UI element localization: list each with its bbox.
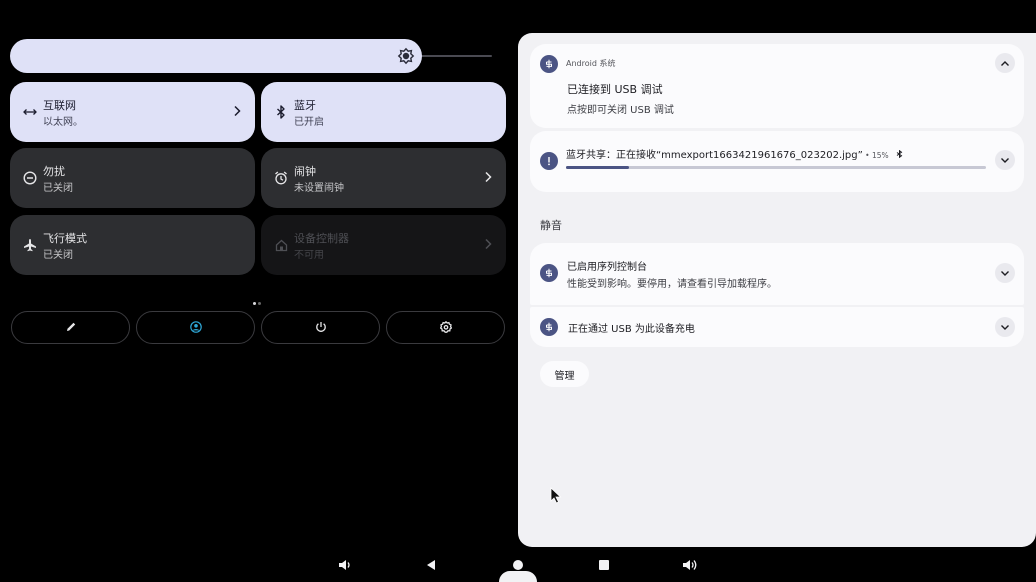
volume-down-icon[interactable] <box>336 556 354 574</box>
notification-bluetooth-share[interactable]: 蓝牙共享：正在接收“mmexport1663421961676_023202.j… <box>530 131 1024 192</box>
chevron-right-icon <box>229 102 245 120</box>
tile-internet-title: 互联网 <box>43 99 76 112</box>
settings-icon <box>439 318 452 337</box>
chevron-down-icon <box>514 574 522 582</box>
user-icon <box>189 318 202 337</box>
volume-up-icon[interactable] <box>681 556 699 574</box>
edit-icon <box>65 318 77 337</box>
shade-handle[interactable] <box>499 571 537 582</box>
back-icon[interactable] <box>422 556 440 574</box>
section-header-silent: 静音 <box>540 219 562 232</box>
collapse-icon[interactable] <box>995 53 1015 73</box>
tile-alarm-subtitle: 未设置闹钟 <box>294 183 344 194</box>
recents-icon[interactable] <box>595 556 613 574</box>
bluetooth-share-text: 蓝牙共享：正在接收“mmexport1663421961676_023202.j… <box>566 146 903 161</box>
tile-bluetooth[interactable]: 蓝牙 已开启 <box>261 82 506 142</box>
power-button[interactable] <box>261 311 380 344</box>
home-icon <box>272 236 290 254</box>
notification-usb-debugging[interactable]: Android 系统 已连接到 USB 调试 点按即可关闭 USB 调试 <box>530 44 1024 128</box>
notification-text: 点按即可关闭 USB 调试 <box>567 105 674 116</box>
notification-title: 已启用序列控制台 <box>567 262 647 273</box>
expand-icon[interactable] <box>995 317 1015 337</box>
tile-bluetooth-subtitle: 已开启 <box>294 117 324 128</box>
tile-airplane-subtitle: 已关闭 <box>43 250 73 261</box>
dnd-icon <box>21 169 39 187</box>
notification-serial-console[interactable]: 已启用序列控制台 性能受到影响。要停用，请查看引导加载程序。 <box>530 243 1024 305</box>
manage-button[interactable]: 管理 <box>540 361 589 387</box>
notification-title: 正在通过 USB 为此设备充电 <box>568 324 695 335</box>
notification-usb-charging[interactable]: 正在通过 USB 为此设备充电 <box>530 307 1024 347</box>
bluetooth-icon <box>272 103 290 121</box>
page-indicator <box>253 290 263 309</box>
android-system-icon <box>540 55 558 73</box>
bluetooth-small-icon <box>896 149 903 161</box>
page-dot-active <box>253 302 256 305</box>
tile-alarm[interactable]: 闹钟 未设置闹钟 <box>261 148 506 208</box>
bluetooth-share-percent: 15% <box>871 151 889 160</box>
brightness-track <box>410 55 492 57</box>
bluetooth-share-filename: 蓝牙共享：正在接收“mmexport1663421961676_023202.j… <box>566 150 863 161</box>
tile-internet-subtitle: 以太网。 <box>43 117 83 128</box>
mouse-cursor-icon <box>550 487 562 508</box>
user-button[interactable] <box>136 311 255 344</box>
brightness-fill <box>10 39 422 73</box>
bluetooth-share-icon <box>540 152 558 170</box>
tile-dnd-subtitle: 已关闭 <box>43 183 73 194</box>
tile-device-controls-title: 设备控制器 <box>294 232 349 245</box>
bluetooth-share-progress <box>566 166 986 169</box>
brightness-icon <box>397 47 415 65</box>
tile-device-controls[interactable]: 设备控制器 不可用 <box>261 215 506 275</box>
tile-dnd[interactable]: 勿扰 已关闭 <box>10 148 255 208</box>
airplane-icon <box>21 236 39 254</box>
chevron-right-icon <box>480 235 496 253</box>
page-dot <box>258 302 261 305</box>
notification-shade: Android 系统 已连接到 USB 调试 点按即可关闭 USB 调试 蓝牙共… <box>518 33 1036 547</box>
edit-button[interactable] <box>11 311 130 344</box>
android-system-icon <box>540 318 558 336</box>
chevron-right-icon <box>480 168 496 186</box>
expand-icon[interactable] <box>995 150 1015 170</box>
tile-bluetooth-title: 蓝牙 <box>294 99 316 112</box>
tile-airplane-mode[interactable]: 飞行模式 已关闭 <box>10 215 255 275</box>
power-icon <box>315 318 327 337</box>
progress-fill <box>566 166 629 169</box>
notification-app-name: Android 系统 <box>566 59 616 68</box>
alarm-icon <box>272 169 290 187</box>
android-system-icon <box>540 264 558 282</box>
tile-device-controls-subtitle: 不可用 <box>294 250 324 261</box>
tile-airplane-title: 飞行模式 <box>43 232 87 245</box>
tile-alarm-title: 闹钟 <box>294 165 316 178</box>
tile-dnd-title: 勿扰 <box>43 165 65 178</box>
network-icon <box>21 103 39 121</box>
expand-icon[interactable] <box>995 263 1015 283</box>
settings-button[interactable] <box>386 311 505 344</box>
notification-title: 已连接到 USB 调试 <box>567 83 663 96</box>
tile-internet[interactable]: 互联网 以太网。 <box>10 82 255 142</box>
brightness-slider[interactable] <box>10 39 492 73</box>
notification-text: 性能受到影响。要停用，请查看引导加载程序。 <box>567 279 777 290</box>
